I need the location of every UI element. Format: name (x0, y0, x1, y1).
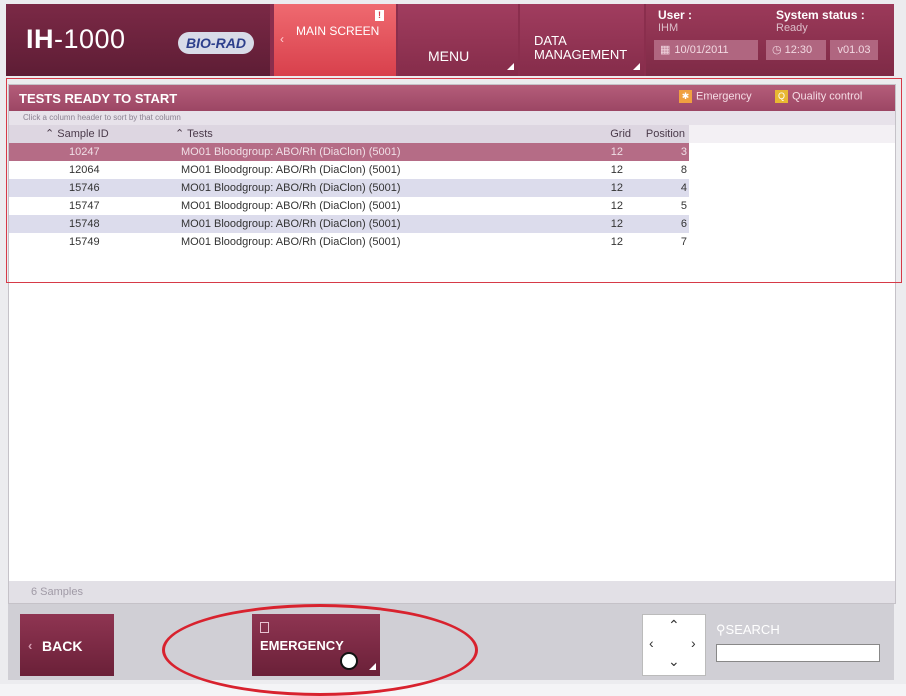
legend-quality-control: Q Quality control (775, 90, 862, 103)
legend-emergency: ✱ Emergency (679, 90, 752, 103)
user-label: User : (658, 8, 693, 22)
back-button-label: BACK (42, 638, 83, 654)
cell-test: MO01 Bloodgroup: ABO/Rh (DiaClon) (5001) (181, 236, 401, 248)
column-header-position[interactable]: Position (631, 125, 689, 143)
header-bar: IH-1000 BIO-RAD ‹ MAIN SCREEN ! MENU DAT… (6, 4, 894, 76)
brand-logo: BIO-RAD (178, 32, 254, 54)
emergency-icon: ✱ (679, 90, 692, 103)
logo-area: IH-1000 BIO-RAD (6, 4, 270, 76)
cell-grid: 12 (610, 146, 623, 158)
cell-sample-id: 15749 (69, 236, 100, 248)
arrow-down-icon[interactable]: ⌄ (668, 653, 680, 670)
tab-main-screen-label: MAIN SCREEN (296, 24, 380, 38)
tab-data-management[interactable]: DATA MANAGEMENT (520, 4, 644, 76)
cell-sample-id: 15748 (69, 218, 100, 230)
arrow-right-icon[interactable]: › (691, 635, 696, 651)
column-header-sample-id[interactable]: ⌃ Sample ID (9, 125, 169, 143)
document-icon (260, 622, 269, 633)
system-status-label: System status : (776, 8, 865, 22)
cell-position: 7 (680, 236, 687, 248)
time-box: ◷ 12:30 (766, 40, 826, 60)
corner-arrow-icon (507, 63, 514, 70)
tab-menu-label: MENU (428, 48, 470, 64)
cell-grid: 12 (610, 218, 623, 230)
date-box: ▦ 10/01/2011 (654, 40, 758, 60)
tests-panel: TESTS READY TO START ✱ Emergency Q Quality… (8, 84, 896, 604)
search-area: ⚲SEARCH (712, 614, 894, 676)
panel-footer: 6 Samples (9, 581, 895, 603)
cell-grid: 12 (610, 182, 623, 194)
table-row[interactable]: 15748 MO01 Bloodgroup: ABO/Rh (DiaClon) (… (9, 215, 689, 233)
sort-hint: Click a column header to sort by that co… (9, 111, 895, 125)
cell-position: 8 (680, 164, 687, 176)
table-row[interactable]: 15749 MO01 Bloodgroup: ABO/Rh (DiaClon) (… (9, 233, 689, 251)
tab-menu[interactable]: MENU (398, 4, 518, 76)
calendar-icon: ▦ (660, 44, 671, 56)
cell-position: 4 (680, 182, 687, 194)
system-status-value: Ready (776, 22, 808, 34)
arrow-up-icon[interactable]: ⌃ (668, 617, 680, 634)
search-input[interactable] (716, 644, 880, 662)
table-row[interactable]: 15747 MO01 Bloodgroup: ABO/Rh (DiaClon) (… (9, 197, 689, 215)
arrow-left-icon[interactable]: ‹ (649, 635, 654, 651)
date-value: 10/01/2011 (674, 44, 729, 56)
cell-sample-id: 10247 (69, 146, 100, 158)
quality-control-icon: Q (775, 90, 788, 103)
cell-grid: 12 (610, 164, 623, 176)
cell-position: 3 (680, 146, 687, 158)
back-button[interactable]: ‹ BACK (20, 614, 114, 676)
cell-sample-id: 15746 (69, 182, 100, 194)
emergency-button[interactable]: EMERGENCY (252, 614, 380, 676)
touch-pointer-icon (340, 652, 358, 670)
column-header-grid[interactable]: Grid (589, 125, 631, 143)
column-header-filler (689, 125, 895, 143)
table-row[interactable]: 15746 MO01 Bloodgroup: ABO/Rh (DiaClon) (… (9, 179, 689, 197)
search-icon: ⚲ (716, 622, 726, 637)
clock-icon: ◷ (772, 44, 782, 56)
column-header-tests[interactable]: ⌃ Tests (169, 125, 589, 143)
table-row[interactable]: 12064 MO01 Bloodgroup: ABO/Rh (DiaClon) (… (9, 161, 689, 179)
panel-title-bar: TESTS READY TO START ✱ Emergency Q Quality… (9, 85, 895, 111)
cell-test: MO01 Bloodgroup: ABO/Rh (DiaClon) (5001) (181, 164, 401, 176)
scroll-navigator[interactable]: ⌃ ‹ › ⌄ (642, 614, 706, 676)
cell-sample-id: 12064 (69, 164, 100, 176)
cell-test: MO01 Bloodgroup: ABO/Rh (DiaClon) (5001) (181, 182, 401, 194)
cell-test: MO01 Bloodgroup: ABO/Rh (DiaClon) (5001) (181, 218, 401, 230)
chevron-left-icon: ‹ (280, 32, 284, 46)
status-panel: User : IHM System status : Ready ▦ 10/01/… (646, 4, 894, 76)
sample-count: 6 Samples (31, 586, 83, 598)
panel-title: TESTS READY TO START (19, 91, 178, 106)
cell-sample-id: 15747 (69, 200, 100, 212)
cell-grid: 12 (610, 236, 623, 248)
cell-test: MO01 Bloodgroup: ABO/Rh (DiaClon) (5001) (181, 200, 401, 212)
tab-data-management-label: DATA MANAGEMENT (534, 33, 628, 62)
cell-position: 6 (680, 218, 687, 230)
chevron-left-icon: ‹ (28, 638, 33, 653)
table-row[interactable]: 10247 MO01 Bloodgroup: ABO/Rh (DiaClon) (… (9, 143, 689, 161)
alert-badge: ! (375, 10, 384, 21)
cell-position: 5 (680, 200, 687, 212)
product-logo: IH-1000 (26, 24, 126, 54)
cell-test: MO01 Bloodgroup: ABO/Rh (DiaClon) (5001) (181, 146, 401, 158)
user-value: IHM (658, 22, 679, 34)
corner-arrow-icon (369, 663, 376, 670)
tab-main-screen[interactable]: ‹ MAIN SCREEN ! (274, 4, 396, 76)
corner-arrow-icon (633, 63, 640, 70)
version-value: v01.03 (830, 40, 878, 60)
cell-grid: 12 (610, 200, 623, 212)
ih1000-screen: IH-1000 BIO-RAD ‹ MAIN SCREEN ! MENU DAT… (0, 0, 906, 696)
emergency-button-label: EMERGENCY (260, 638, 344, 653)
time-value: 12:30 (784, 44, 813, 56)
search-label[interactable]: ⚲SEARCH (716, 622, 780, 638)
